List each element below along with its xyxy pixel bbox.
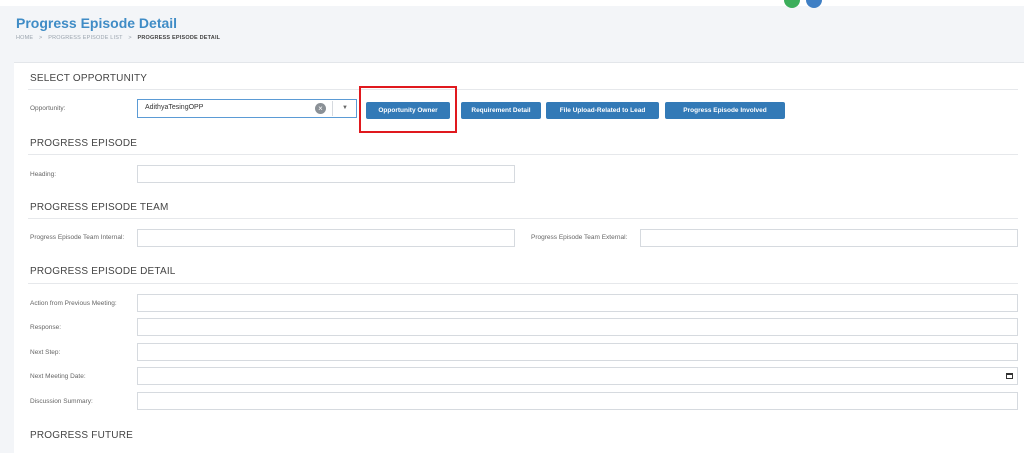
heading-label: Heading: xyxy=(30,171,57,178)
next-meeting-date-input[interactable] xyxy=(137,367,1018,385)
discussion-summary-input[interactable] xyxy=(137,392,1018,410)
heading-input[interactable] xyxy=(137,165,515,183)
opportunity-value: AdithyaTesingOPP xyxy=(145,104,204,111)
opportunity-label: Opportunity: xyxy=(30,105,66,112)
page-title: Progress Episode Detail xyxy=(16,15,178,31)
team-internal-label: Progress Episode Team Internal: xyxy=(30,234,125,241)
team-external-input[interactable] xyxy=(640,229,1018,247)
breadcrumb-separator: > xyxy=(39,35,43,41)
team-external-label: Progress Episode Team External: xyxy=(531,234,628,241)
action-previous-label: Action from Previous Meeting: xyxy=(30,300,117,307)
team-internal-input[interactable] xyxy=(137,229,515,247)
section-divider xyxy=(28,283,1018,284)
breadcrumb: HOME > PROGRESS EPISODE LIST > PROGRESS … xyxy=(16,35,220,41)
file-upload-button[interactable]: File Upload-Related to Lead xyxy=(546,102,659,119)
action-previous-input[interactable] xyxy=(137,294,1018,312)
section-progress-episode: PROGRESS EPISODE xyxy=(30,138,138,149)
breadcrumb-current: PROGRESS EPISODE DETAIL xyxy=(137,35,221,41)
form-panel: SELECT OPPORTUNITY Opportunity: AdithyaT… xyxy=(14,62,1024,453)
clear-circle-icon[interactable]: × xyxy=(315,103,326,114)
section-divider xyxy=(28,218,1018,219)
section-progress-episode-team: PROGRESS EPISODE TEAM xyxy=(30,202,169,213)
avatar-green[interactable] xyxy=(784,0,800,8)
section-progress-episode-detail: PROGRESS EPISODE DETAIL xyxy=(30,266,176,277)
next-step-input[interactable] xyxy=(137,343,1018,361)
caret-down-icon[interactable]: ▼ xyxy=(332,101,357,116)
section-select-opportunity: SELECT OPPORTUNITY xyxy=(30,73,148,84)
calendar-icon[interactable] xyxy=(1006,373,1013,379)
discussion-summary-label: Discussion Summary: xyxy=(30,398,93,405)
section-progress-future: PROGRESS FUTURE xyxy=(30,430,134,441)
next-step-label: Next Step: xyxy=(30,349,61,356)
response-label: Response: xyxy=(30,324,62,331)
section-divider xyxy=(28,89,1018,90)
breadcrumb-home[interactable]: HOME xyxy=(16,35,33,41)
opportunity-select[interactable]: AdithyaTesingOPP × ▼ xyxy=(137,99,357,118)
top-avatars xyxy=(784,0,824,13)
breadcrumb-separator: > xyxy=(128,35,132,41)
avatar-blue[interactable] xyxy=(806,0,823,8)
highlight-box xyxy=(359,86,457,133)
requirement-detail-button[interactable]: Requirement Detail xyxy=(461,102,541,119)
page-header: Progress Episode Detail HOME > PROGRESS … xyxy=(16,14,220,41)
top-strip xyxy=(0,0,1024,6)
next-meeting-date-label: Next Meeting Date: xyxy=(30,373,86,380)
progress-episode-involved-button[interactable]: Progress Episode Involved xyxy=(665,102,785,119)
breadcrumb-list[interactable]: PROGRESS EPISODE LIST xyxy=(48,35,122,41)
section-divider xyxy=(28,154,1018,155)
response-input[interactable] xyxy=(137,318,1018,336)
